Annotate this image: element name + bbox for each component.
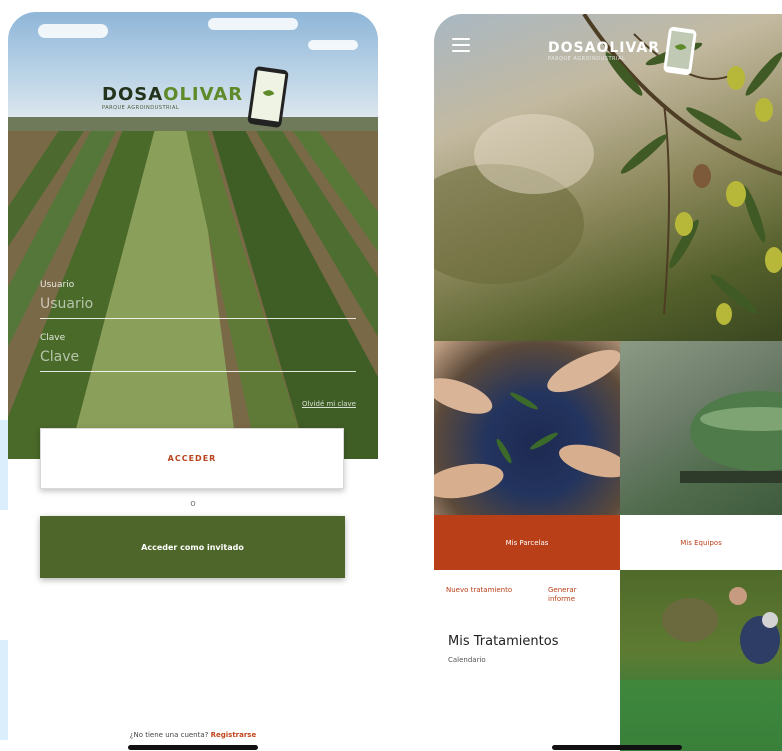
hamburger-menu-icon[interactable] — [452, 38, 470, 56]
brand-wordmark: DOSAOLIVAR — [548, 40, 660, 56]
workers-illustration — [620, 587, 782, 751]
brand-logo: DOSAOLIVAR PARQUE AGROINDUSTRIAL — [102, 65, 289, 129]
register-question: ¿No tiene una cuenta? — [129, 731, 209, 739]
user-label: Usuario — [40, 280, 75, 290]
harvest-illustration — [434, 349, 620, 499]
brand-tagline: PARQUE AGROINDUSTRIAL — [548, 56, 626, 62]
treatments-title: Mis Tratamientos — [448, 634, 559, 649]
cloud — [208, 18, 298, 30]
password-field[interactable] — [40, 349, 356, 372]
sprayer-illustration — [680, 391, 782, 483]
home-indicator[interactable] — [128, 745, 258, 750]
olive-grove-background: DOSAOLIVAR PARQUE AGROINDUSTRIAL Usuario… — [8, 12, 378, 459]
login-form: Usuario Clave Olvidé mi clave — [40, 280, 356, 408]
generate-report-link[interactable]: Generar informe — [548, 586, 594, 604]
cloud — [38, 24, 108, 38]
workers-harvest-image — [620, 570, 782, 751]
sprayer-equipment-image — [620, 341, 782, 515]
new-treatment-link[interactable]: Nuevo tratamiento — [446, 586, 512, 595]
phone-logo-icon — [662, 26, 698, 76]
register-link[interactable]: Registrarse — [211, 731, 257, 739]
brand-wordmark: DOSAOLIVAR — [102, 83, 244, 105]
my-equipment-tile[interactable]: Mis Equipos — [620, 515, 782, 570]
access-button[interactable]: ACCEDER — [40, 428, 344, 489]
login-screen: DOSAOLIVAR PARQUE AGROINDUSTRIAL Usuario… — [8, 12, 378, 751]
guest-access-button[interactable]: Acceder como invitado — [40, 516, 345, 578]
forgot-password-link[interactable]: Olvidé mi clave — [302, 400, 356, 408]
calendar-link[interactable]: Calendario — [448, 656, 486, 664]
my-plots-tile[interactable]: Mis Parcelas — [434, 515, 620, 570]
brand-logo: DOSAOLIVAR PARQUE AGROINDUSTRIAL — [548, 26, 698, 76]
olive-branch-image: DOSAOLIVAR PARQUE AGROINDUSTRIAL — [434, 14, 782, 341]
brand-tagline: PARQUE AGROINDUSTRIAL — [102, 104, 180, 111]
password-label: Clave — [40, 333, 66, 343]
register-prompt: ¿No tiene una cuenta? Registrarse — [8, 731, 378, 739]
olive-harvest-hands-image — [434, 341, 620, 515]
phone-logo-icon — [247, 65, 289, 129]
or-separator: o — [190, 499, 196, 509]
username-field[interactable] — [40, 296, 356, 319]
dashboard-screen: DOSAOLIVAR PARQUE AGROINDUSTRIAL Mis Par… — [434, 14, 782, 751]
cloud — [308, 40, 358, 50]
home-indicator[interactable] — [552, 745, 682, 750]
